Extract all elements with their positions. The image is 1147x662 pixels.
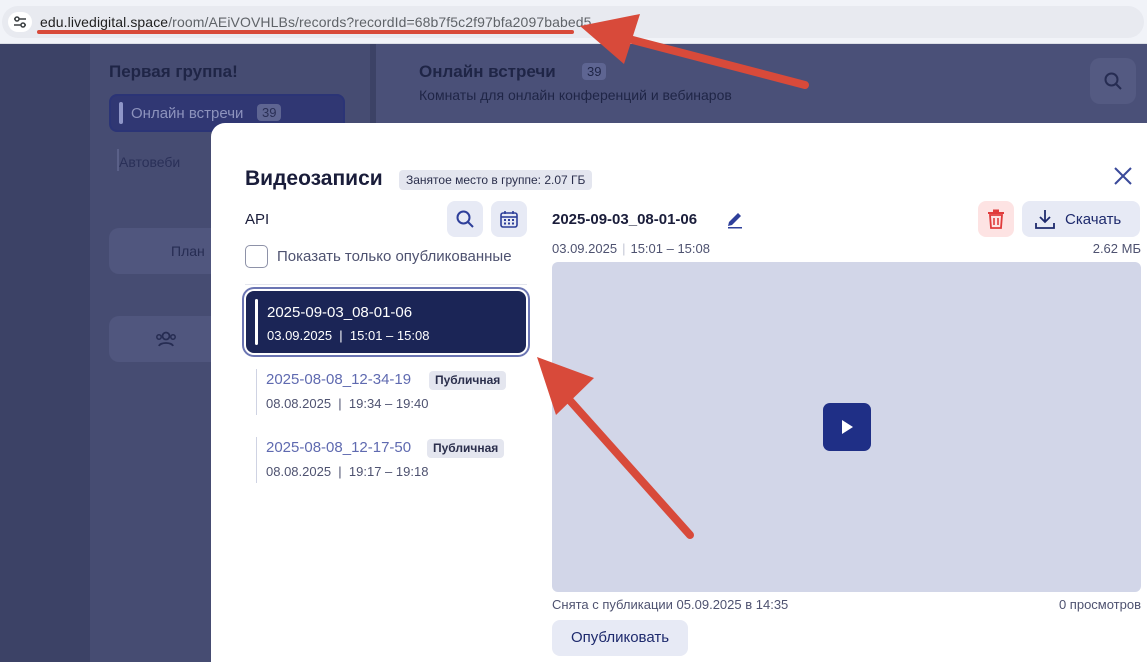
play-button[interactable] xyxy=(823,403,871,451)
video-records-modal: Видеозаписи Занятое место в группе: 2.07… xyxy=(211,123,1147,662)
record-name: 2025-09-03_08-01-06 xyxy=(267,304,413,321)
published-only-label: Показать только опубликованные xyxy=(277,248,512,265)
plan-button-label: План xyxy=(171,243,205,259)
record-item-selected[interactable]: 2025-09-03_08-01-06 03.09.2025 | 15:01 –… xyxy=(246,291,526,353)
record-time: 19:17 – 19:18 xyxy=(348,464,429,479)
close-button[interactable] xyxy=(1111,164,1135,188)
close-icon xyxy=(1114,167,1132,185)
storage-badge: Занятое место в группе: 2.07 ГБ xyxy=(399,170,593,190)
divider xyxy=(245,284,527,285)
record-indicator xyxy=(256,369,257,415)
annotation-underline xyxy=(37,30,574,34)
play-icon xyxy=(842,420,853,434)
group-title: Первая группа! xyxy=(109,62,238,81)
main-search-button[interactable] xyxy=(1090,58,1136,104)
url-text: edu.livedigital.space/room/AEiVOVHLBs/re… xyxy=(40,14,592,30)
record-title: 2025-09-03_08-01-06 xyxy=(552,211,698,228)
users-icon xyxy=(155,330,177,353)
record-item[interactable]: 2025-08-08_12-17-50 Публичная 08.08.2025… xyxy=(256,437,526,487)
modal-title: Видеозаписи xyxy=(245,167,383,190)
calendar-button[interactable] xyxy=(491,201,527,237)
download-label: Скачать xyxy=(1065,210,1122,228)
search-icon xyxy=(1104,72,1122,90)
record-date: 03.09.2025 xyxy=(267,328,333,343)
download-icon xyxy=(1035,210,1055,229)
record-datetime: 03.09.2025 | 15:01 – 15:08 xyxy=(267,328,430,343)
record-time: 15:01 – 15:08 xyxy=(630,241,710,256)
sidebar-item-count: 39 xyxy=(257,104,282,121)
page-subtitle: Комнаты для онлайн конференций и вебинар… xyxy=(419,87,732,103)
page-title: Онлайн встречи xyxy=(419,62,556,81)
active-indicator xyxy=(119,102,123,124)
sidebar-item-autowebinars[interactable]: Автовеби xyxy=(119,154,180,170)
video-player[interactable] xyxy=(552,262,1141,592)
delete-button[interactable] xyxy=(978,201,1014,237)
url-host: edu.livedigital.space xyxy=(40,14,169,30)
selected-indicator xyxy=(255,299,258,345)
edit-icon[interactable] xyxy=(725,209,745,229)
record-datetime: 03.09.2025 | 15:01 – 15:08 xyxy=(552,241,710,256)
record-time: 15:01 – 15:08 xyxy=(349,328,430,343)
calendar-icon xyxy=(500,211,518,228)
url-path: /room/AEiVOVHLBs/records?recordId=68b7f5… xyxy=(168,14,592,30)
record-item[interactable]: 2025-08-08_12-34-19 Публичная 08.08.2025… xyxy=(256,369,526,419)
record-datetime: 08.08.2025 | 19:34 – 19:40 xyxy=(266,396,429,411)
search-button[interactable] xyxy=(447,201,483,237)
record-date: 08.08.2025 xyxy=(266,464,332,479)
download-button[interactable]: Скачать xyxy=(1022,201,1140,237)
published-filter[interactable]: Показать только опубликованные xyxy=(245,245,512,268)
record-date: 08.08.2025 xyxy=(266,396,332,411)
record-size: 2.62 МБ xyxy=(1092,241,1141,256)
record-name: 2025-08-08_12-34-19 xyxy=(266,371,412,388)
public-badge: Публичная xyxy=(427,439,505,458)
sidebar-item-label: Онлайн встречи xyxy=(131,105,244,122)
record-name: 2025-08-08_12-17-50 xyxy=(266,439,412,456)
record-datetime: 08.08.2025 | 19:17 – 19:18 xyxy=(266,464,429,479)
search-icon xyxy=(456,210,474,228)
published-only-checkbox[interactable] xyxy=(245,245,268,268)
views-count: 0 просмотров xyxy=(1058,597,1141,612)
publish-button[interactable]: Опубликовать xyxy=(552,620,688,656)
record-time: 19:34 – 19:40 xyxy=(348,396,429,411)
list-title: API xyxy=(245,211,270,228)
record-indicator xyxy=(256,437,257,483)
public-badge: Публичная xyxy=(429,371,507,390)
browser-address-bar: edu.livedigital.space/room/AEiVOVHLBs/re… xyxy=(0,0,1147,44)
publication-status: Снята с публикации 05.09.2025 в 14:35 xyxy=(552,597,789,612)
page-title-count: 39 xyxy=(582,63,607,80)
site-settings-icon[interactable] xyxy=(8,12,32,32)
record-date: 03.09.2025 xyxy=(552,241,618,256)
trash-icon xyxy=(988,209,1004,229)
